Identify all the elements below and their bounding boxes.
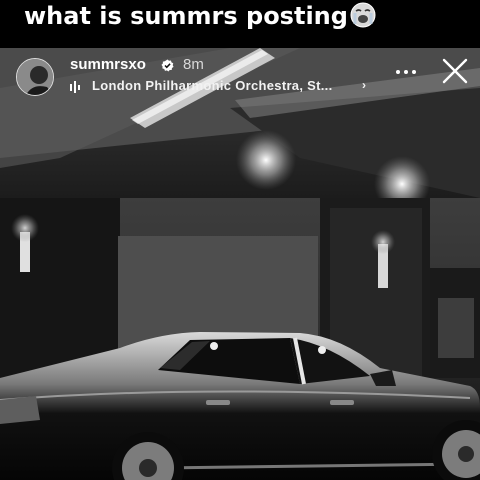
story-photo: ULEAN <box>0 48 480 480</box>
close-icon <box>442 58 468 84</box>
story-header: summrsxo 8m London Philharmonic Orchestr… <box>0 48 480 108</box>
avatar-image <box>17 59 53 95</box>
more-options-button[interactable] <box>392 60 420 84</box>
caption-title: what is summrs posting <box>24 2 376 30</box>
verified-badge-icon <box>161 59 174 72</box>
meme-frame: what is summrs posting ULEAN summrsxo 8m… <box>0 0 480 480</box>
audio-bars-icon <box>70 81 80 93</box>
hotel-car-photo: ULEAN <box>0 48 480 480</box>
close-button[interactable] <box>440 56 470 86</box>
chevron-right-icon: › <box>362 78 366 92</box>
caption-text: what is summrs posting <box>24 2 348 30</box>
story-time-ago: 8m <box>183 56 204 73</box>
avatar[interactable] <box>16 58 54 96</box>
music-track-label: London Philharmonic Orchestra, St... <box>92 78 333 93</box>
story-username[interactable]: summrsxo <box>70 56 146 73</box>
ellipsis-icon <box>396 70 416 74</box>
caption-bar: what is summrs posting <box>0 0 480 44</box>
crying-face-icon <box>350 2 376 28</box>
